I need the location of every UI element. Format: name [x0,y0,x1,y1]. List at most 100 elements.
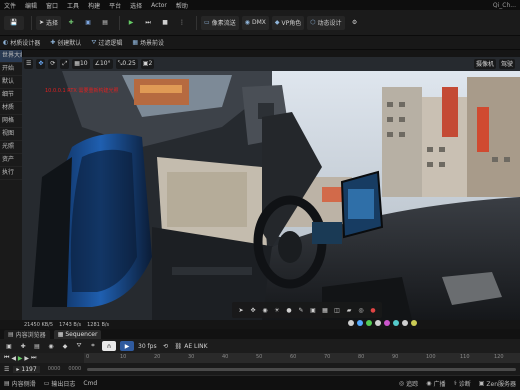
timeline-scrollbar[interactable] [87,367,516,371]
camera-icon[interactable]: ◉ [260,305,270,315]
menu-help[interactable]: 帮助 [176,1,188,10]
pixel-streaming-button[interactable]: ▭ 像素流送 [201,15,239,30]
create-default-button[interactable]: ✚ 创建默认 [50,38,81,47]
sphere-icon[interactable]: ● [284,305,294,315]
stat-tris: 21450 KB/5 [24,322,54,328]
keyframe-button[interactable]: ◆ [60,341,70,351]
render-movie-button[interactable]: ▤ [32,341,42,351]
menu-tools[interactable]: 工具 [67,1,79,10]
auto-key-button[interactable]: ▶ [120,341,134,351]
blueprint-button[interactable]: ▣ [81,16,95,30]
play-button[interactable]: ▶ [124,16,138,30]
link-icon: ⛓ [174,342,183,350]
diagnostics-button[interactable]: ⚕ 诊断 [453,379,470,388]
light-icon[interactable]: ☀ [272,305,282,315]
left-panel-item[interactable]: 执行 [0,167,22,180]
dynamic-design-button[interactable]: ⬡ 动态设计 [307,15,345,30]
film-icon: ▤ [34,342,40,350]
menu-window[interactable]: 窗口 [46,1,58,10]
loop-button[interactable]: ⟲ [161,341,171,351]
left-panel-item[interactable]: 细节 [0,89,22,102]
grid-snap-button[interactable]: ▦ 10 [72,58,90,69]
range-start[interactable]: 0000 [48,366,61,372]
move-tool-button[interactable]: ✥ [36,58,46,69]
angle-snap-button[interactable]: ∠ 10° [92,58,113,69]
settings-button[interactable]: ⚙ [348,16,362,30]
cmd-input[interactable]: Cmd [83,380,97,387]
transport-menu-icon[interactable]: ☰ [4,366,9,373]
box-icon[interactable]: ◫ [332,305,342,315]
viewport-stats: 21450 KB/5 1743 B/s 1281 B/s [24,321,115,329]
record-icon[interactable]: ● [368,305,378,315]
left-panel-item[interactable]: 开始 [0,63,22,76]
scale-tool-button[interactable]: ⤢ [60,58,70,69]
viewport-menu-button[interactable]: ☰ [24,58,34,69]
tab-content-browser[interactable]: ▤ 内容浏览器 [4,329,50,339]
select-icon[interactable]: ➤ [236,305,246,315]
timeline-ruler[interactable]: ⏮ ◀ ▶ ▶ ⏭ 0 10 20 30 40 50 60 70 80 90 1… [0,353,520,363]
scene-preset-button[interactable]: ▦ 场景前设 [132,38,164,47]
pilot-button[interactable]: 驾驶 [498,58,515,69]
add-actor-button[interactable]: ✚ [64,16,78,30]
trace-button[interactable]: ◎ 追踪 [399,379,418,388]
paint-icon[interactable]: ✎ [296,305,306,315]
next-frame-icon[interactable]: ▶ [24,355,29,362]
select-mode-button[interactable]: ➤ 选择 [36,15,62,30]
left-panel-item[interactable]: 视图 [0,128,22,141]
play-options-button[interactable]: ⋮ [175,16,189,30]
camera-speed-button[interactable]: ▣ 2 [140,58,155,69]
menu-build[interactable]: 构建 [88,1,100,10]
viewport-color-indicators [348,318,420,328]
menu-select[interactable]: 选择 [130,1,142,10]
menu-platform[interactable]: 平台 [109,1,121,10]
dmx-button[interactable]: ◉ DMX [241,15,269,30]
menu-actor[interactable]: Actor [151,2,167,9]
output-log-button[interactable]: ▭ 输出日志 [44,379,76,388]
filter-logic-button[interactable]: ⛛ 过滤逻辑 [91,38,122,48]
step-button[interactable]: ⏭ [141,16,155,30]
left-panel-item[interactable]: 网格 [0,115,22,128]
view-mode-button[interactable]: 摄像机 [473,58,496,69]
material-designer-button[interactable]: ◐ 材质设计器 [3,38,40,47]
snap-button[interactable]: ⌗ [88,341,98,351]
fps-button[interactable]: 30 fps [138,341,157,351]
server-icon: ▣ [478,379,485,387]
grid-icon[interactable]: ▦ [320,305,330,315]
magnet-button[interactable]: ∩ [102,341,116,351]
left-panel-item[interactable]: 世界大纲 [0,50,22,63]
left-panel-item[interactable]: 材质 [0,102,22,115]
broadcast-button[interactable]: ◉ 广播 [426,379,445,388]
left-panel-item[interactable]: 资产 [0,154,22,167]
range-end[interactable]: 0000 [68,366,81,372]
current-frame-field[interactable]: ▸ 1197 [13,365,40,373]
left-panel-item[interactable]: 光照 [0,141,22,154]
loop-icon: ⟲ [163,342,169,350]
menu-file[interactable]: 文件 [4,1,16,10]
tab-sequencer[interactable]: ▦ Sequencer [53,329,102,339]
save-sequence-button[interactable]: ▣ [4,341,14,351]
content-drawer-button[interactable]: ▤ 内容侧滑 [4,379,36,388]
save-button[interactable]: 💾 [4,15,24,30]
timeline-tick: 60 [290,354,297,360]
level-viewport[interactable] [22,57,520,320]
render-icon[interactable]: ▣ [308,305,318,315]
eye-icon[interactable]: ◎ [356,305,366,315]
play-icon[interactable]: ▶ [18,355,23,362]
prev-frame-icon[interactable]: ◀ [11,355,16,362]
scale-snap-button[interactable]: ⤡ 0.25 [115,58,138,69]
left-panel-item[interactable]: 默认 [0,76,22,89]
move-icon[interactable]: ✥ [248,305,258,315]
ae-link-button[interactable]: ⛓ AE LINK [175,341,208,351]
stop-button[interactable]: ■ [158,16,172,30]
zen-server-button[interactable]: ▣ Zen服务器 [479,379,516,388]
filter-button[interactable]: ⛛ [74,341,84,351]
cinematics-button[interactable]: ▤ [98,16,112,30]
go-start-icon[interactable]: ⏮ [4,354,9,362]
menu-edit[interactable]: 编辑 [25,1,37,10]
add-track-button[interactable]: ✚ [18,341,28,351]
rotate-tool-button[interactable]: ⟳ [48,58,58,69]
vp-role-button[interactable]: ◆ VP角色 [271,15,305,30]
camera-lock-button[interactable]: ◉ [46,341,56,351]
go-end-icon[interactable]: ⏭ [31,354,36,362]
car-icon[interactable]: ▰ [344,305,354,315]
